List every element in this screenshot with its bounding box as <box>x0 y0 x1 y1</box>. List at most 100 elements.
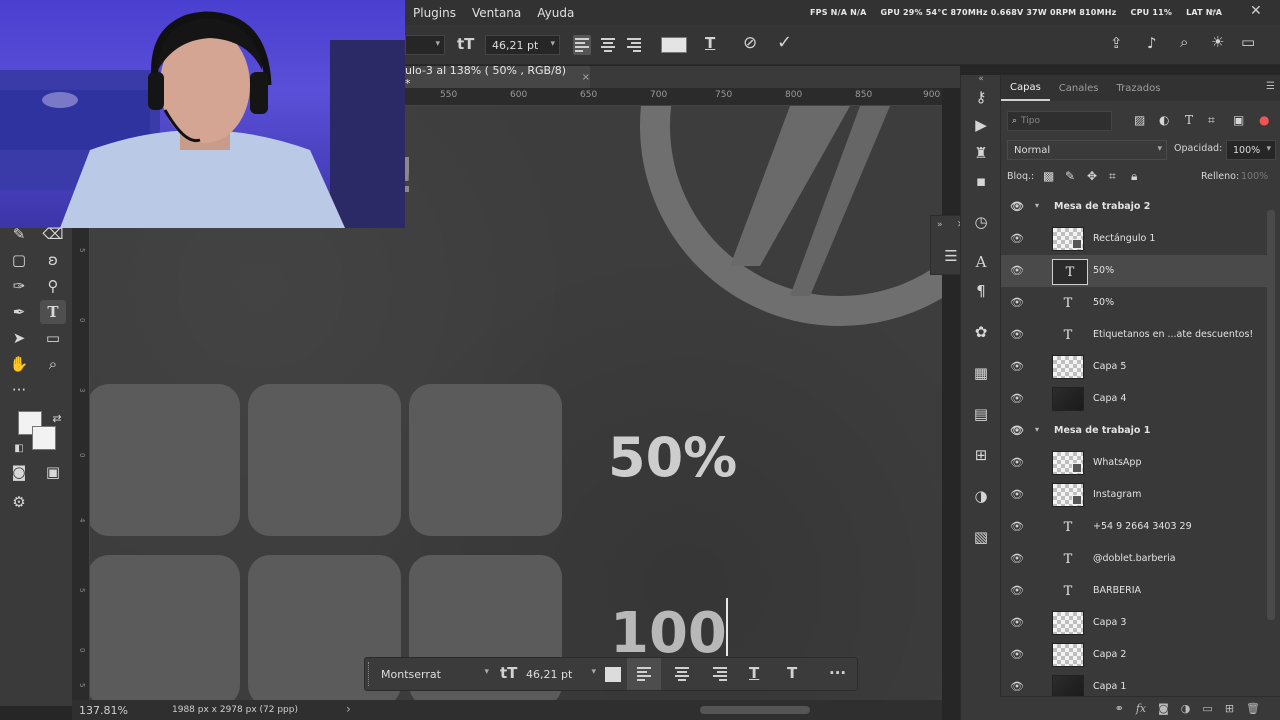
visibility-eye-icon[interactable]: 👁︎ <box>1010 552 1024 565</box>
document-tab[interactable]: ulo-3 al 138% ( 50% , RGB/8) * × <box>405 64 590 90</box>
screen-mode-icon[interactable]: ▣ <box>40 460 66 484</box>
layer-group-row[interactable]: 👁︎ ▾ Mesa de trabajo 1 <box>1001 415 1267 447</box>
character-icon[interactable]: A <box>961 248 1001 276</box>
font-size-dropdown[interactable]: 46,21 pt ▾ <box>485 35 560 55</box>
canvas-text-50[interactable]: 50% <box>608 426 737 489</box>
visibility-eye-icon[interactable]: 👁︎ <box>1010 488 1024 501</box>
font-size-dropdown[interactable]: 46,21 pt ▾ <box>520 664 600 684</box>
blend-mode-dropdown[interactable]: Normal ▾ <box>1007 140 1167 160</box>
menu-plugins[interactable]: Plugins <box>405 6 464 20</box>
filter-shape-icon[interactable]: ⌗ <box>1208 113 1215 128</box>
history-icon[interactable]: ⚷ <box>961 83 1001 111</box>
group-expand-icon[interactable]: ▾ <box>1035 201 1039 210</box>
zoom-tool-icon[interactable]: ⌕ <box>40 352 66 376</box>
visibility-eye-icon[interactable]: 👁︎ <box>1010 648 1024 661</box>
layer-row[interactable]: 👁︎ T +54 9 2664 3403 29 <box>1001 511 1267 543</box>
lightbulb-icon[interactable]: ☀ <box>1211 35 1224 50</box>
menu-ventana[interactable]: Ventana <box>464 6 529 20</box>
layer-row[interactable]: 👁︎ WhatsApp <box>1001 447 1267 479</box>
align-left-button[interactable] <box>627 658 661 690</box>
text-color-swatch[interactable] <box>661 37 687 53</box>
visibility-eye-icon[interactable]: 👁︎ <box>1010 616 1024 629</box>
visibility-eye-icon[interactable]: 👁︎ <box>1010 424 1024 437</box>
visibility-eye-icon[interactable]: 👁︎ <box>1010 360 1024 373</box>
quick-mask-icon[interactable]: ◙ <box>6 460 32 484</box>
workspace-icon[interactable]: ▭ <box>1241 35 1255 50</box>
eraser-tool-icon[interactable]: ⌫ <box>40 222 66 246</box>
text-options-icon[interactable]: T <box>787 666 797 681</box>
opacity-field[interactable]: 100% ▾ <box>1226 140 1276 160</box>
adjustments-circle-icon[interactable]: ◑ <box>961 482 1001 510</box>
visibility-eye-icon[interactable]: 👁︎ <box>1010 296 1024 309</box>
color-palette-icon[interactable]: ✿ <box>961 318 1001 346</box>
new-layer-icon[interactable]: ⊞ <box>1225 702 1234 715</box>
cancel-icon[interactable]: ⊘ <box>743 35 757 52</box>
pen-tool-icon[interactable]: ✒ <box>6 300 32 324</box>
grip-handle[interactable] <box>368 662 371 686</box>
brush-tool-icon[interactable]: ✎ <box>6 222 32 246</box>
tab-canales[interactable]: Canales <box>1050 75 1108 101</box>
type-tool-icon[interactable]: T <box>40 300 66 324</box>
layer-row[interactable]: 👁︎ T BARBERIA <box>1001 575 1267 607</box>
visibility-eye-icon[interactable]: 👁︎ <box>1010 520 1024 533</box>
paragraph-icon[interactable]: ¶ <box>961 277 1001 305</box>
close-window-icon[interactable]: ✕ <box>1250 3 1262 19</box>
share-icon[interactable]: ⇪ <box>1110 36 1123 51</box>
dodge-tool-icon[interactable]: ⚲ <box>40 274 66 298</box>
layer-group-row[interactable]: 👁︎ ▾ Mesa de trabajo 2 <box>1001 191 1267 223</box>
lasso-tool-icon[interactable]: ʚ <box>40 248 66 272</box>
more-options-icon[interactable]: ··· <box>829 666 846 681</box>
default-colors-icon[interactable]: ◧ <box>6 436 32 460</box>
layer-row[interactable]: 👁︎ T @doblet.barberia <box>1001 543 1267 575</box>
lock-position-icon[interactable]: ✥ <box>1087 169 1097 183</box>
visibility-eye-icon[interactable]: 👁︎ <box>1010 328 1024 341</box>
tab-capas[interactable]: Capas <box>1001 75 1050 101</box>
path-select-icon[interactable]: ➤ <box>6 326 32 350</box>
layer-row[interactable]: 👁︎ Instagram <box>1001 479 1267 511</box>
hand-tool-icon[interactable]: ✋ <box>6 352 32 376</box>
expand-panel-icon[interactable]: » <box>937 220 943 230</box>
font-style-dropdown[interactable]: ▾ <box>405 35 445 55</box>
warp-text-icon[interactable]: T <box>705 36 715 51</box>
swap-colors-icon[interactable]: ⇄ <box>44 406 70 430</box>
more-tools-icon[interactable]: ··· <box>6 378 32 402</box>
swatches-grid-icon[interactable]: ▦ <box>961 359 1001 387</box>
actions-play-icon[interactable]: ▶ <box>961 111 1001 139</box>
layers-scrollbar[interactable] <box>1267 210 1275 620</box>
visibility-eye-icon[interactable]: 👁︎ <box>1010 264 1024 277</box>
filter-adjust-icon[interactable]: ◐ <box>1159 113 1169 127</box>
font-family-dropdown[interactable]: Montserrat ▾ <box>375 664 493 684</box>
delete-layer-icon[interactable]: 🗑︎ <box>1246 702 1260 715</box>
horizontal-scrollbar[interactable] <box>700 706 810 714</box>
bell-icon[interactable]: ♪ <box>1147 36 1157 51</box>
link-layers-icon[interactable]: ⚭ <box>1115 702 1124 715</box>
commit-icon[interactable]: ✓ <box>777 34 792 52</box>
libraries-icon[interactable]: ▧ <box>961 523 1001 551</box>
layer-row[interactable]: 👁︎ Capa 3 <box>1001 607 1267 639</box>
comments-icon[interactable]: ▪ <box>961 167 1001 195</box>
lock-artboard-icon[interactable]: ⌗ <box>1109 169 1116 184</box>
fx-icon[interactable]: fx <box>1136 702 1146 715</box>
layer-row[interactable]: 👁︎ T 50% <box>1001 287 1267 319</box>
align-right-button[interactable] <box>703 664 737 684</box>
layer-row[interactable]: 👁︎ Rectángulo 1 <box>1001 223 1267 255</box>
tab-trazados[interactable]: Trazados <box>1108 75 1170 101</box>
history-clock-icon[interactable]: ◷ <box>961 208 1001 236</box>
lock-pixels-icon[interactable]: ▩ <box>1043 169 1054 183</box>
layer-row[interactable]: 👁︎ Capa 5 <box>1001 351 1267 383</box>
status-menu-arrow[interactable]: › <box>346 702 351 716</box>
shape-tool-icon[interactable]: ▭ <box>40 326 66 350</box>
layer-row[interactable]: 👁︎ Capa 4 <box>1001 383 1267 415</box>
layer-row[interactable]: 👁︎ T Etiquetanos en ...ate descuentos! <box>1001 319 1267 351</box>
menu-ayuda[interactable]: Ayuda <box>529 6 582 20</box>
fill-value[interactable]: 100% <box>1241 171 1268 182</box>
align-center-button[interactable] <box>599 35 617 55</box>
align-right-button[interactable] <box>625 35 643 55</box>
panel-menu-icon[interactable]: ☰ <box>1266 81 1275 92</box>
close-tab-icon[interactable]: × <box>582 72 590 83</box>
warp-text-icon[interactable]: T <box>749 666 759 681</box>
minimize-icon[interactable]: – <box>1210 3 1217 19</box>
search-icon[interactable]: ⌕ <box>1180 35 1188 50</box>
visibility-eye-icon[interactable]: 👁︎ <box>1010 584 1024 597</box>
new-group-icon[interactable]: ▭ <box>1202 702 1212 715</box>
